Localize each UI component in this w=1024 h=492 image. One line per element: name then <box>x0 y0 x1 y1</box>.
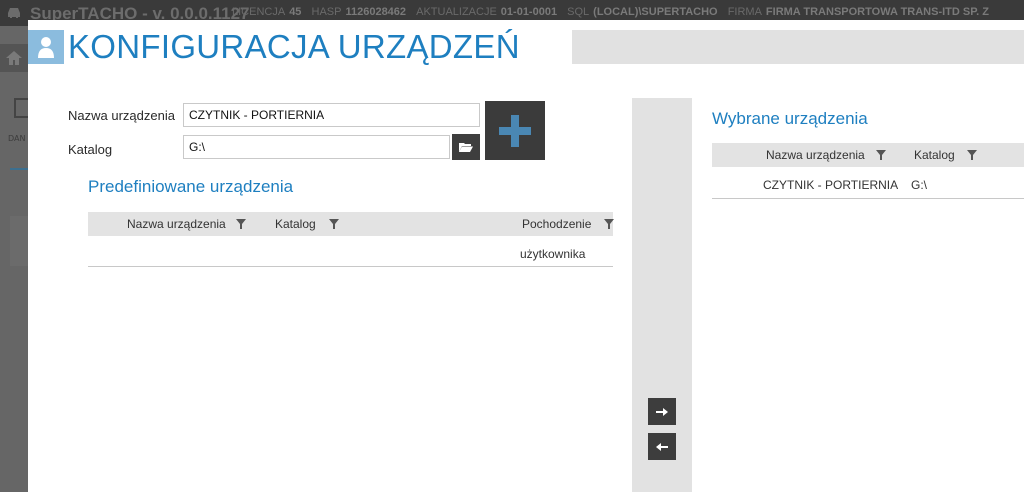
filter-icon[interactable] <box>604 219 614 229</box>
meta-label-hasp: HASP <box>311 6 342 18</box>
meta-label-sql: SQL <box>567 6 590 18</box>
predefined-devices-title: Predefiniowane urządzenia <box>88 177 294 196</box>
filter-icon[interactable] <box>967 150 977 160</box>
app-sidebar: DAN <box>0 26 28 492</box>
filter-icon[interactable] <box>329 219 339 229</box>
row-divider <box>88 266 613 267</box>
meta-label-licence: LICENCJA <box>232 6 286 18</box>
documents-icon[interactable] <box>14 98 28 118</box>
device-name-label: Nazwa urządzenia <box>68 108 175 123</box>
title-bar-filler <box>572 30 1024 64</box>
meta-value-updates: 01-01-0001 <box>500 6 558 18</box>
meta-value-company: FIRMA TRANSPORTOWA TRANS-ITD SP. Z <box>765 6 989 18</box>
browse-folder-button[interactable] <box>452 134 480 160</box>
move-left-button[interactable] <box>648 433 676 460</box>
directory-label: Katalog <box>68 142 113 157</box>
arrow-right-icon <box>656 407 668 416</box>
arrow-left-icon <box>656 442 668 451</box>
device-config-dialog: KONFIGURACJA URZĄDZEŃ Nazwa urządzenia C… <box>28 20 1024 492</box>
meta-value-licence: 45 <box>289 6 302 18</box>
predefined-devices-grid: Nazwa urządzenia Katalog Pochodzenie uży… <box>88 212 614 268</box>
meta-value-hasp: 1126028462 <box>345 6 407 18</box>
sidebar-tab-label[interactable]: DAN <box>8 134 25 143</box>
transfer-panel <box>632 98 692 492</box>
dialog-title: KONFIGURACJA URZĄDZEŃ <box>68 28 520 65</box>
table-row-directory[interactable]: G:\ <box>911 178 927 192</box>
row-divider <box>712 198 1024 199</box>
add-device-button[interactable] <box>485 101 545 160</box>
home-button[interactable] <box>0 44 28 72</box>
grid-header: Nazwa urządzenia Katalog <box>712 143 1024 167</box>
column-header-directory[interactable]: Katalog <box>914 148 955 162</box>
column-header-name[interactable]: Nazwa urządzenia <box>766 148 865 162</box>
column-header-directory[interactable]: Katalog <box>275 217 316 231</box>
selected-devices-grid: Nazwa urządzenia Katalog CZYTNIK - PORTI… <box>712 143 1024 199</box>
folder-open-icon <box>459 143 473 152</box>
car-icon <box>8 8 20 18</box>
move-right-button[interactable] <box>648 398 676 425</box>
column-header-name[interactable]: Nazwa urządzenia <box>127 217 226 231</box>
grid-header: Nazwa urządzenia Katalog Pochodzenie <box>88 212 614 236</box>
user-icon <box>38 37 54 58</box>
selected-devices-title: Wybrane urządzenia <box>712 109 868 128</box>
filter-icon[interactable] <box>236 219 246 229</box>
meta-value-sql: (LOCAL)\SUPERTACHO <box>593 6 718 18</box>
table-row[interactable]: użytkownika <box>520 247 585 261</box>
plus-icon <box>499 114 531 147</box>
app-meta: LICENCJA 45 HASP 1126028462 AKTUALIZACJE 01… <box>232 6 996 18</box>
meta-label-updates: AKTUALIZACJE <box>416 6 497 18</box>
device-name-input[interactable]: CZYTNIK - PORTIERNIA <box>183 103 480 127</box>
column-header-origin[interactable]: Pochodzenie <box>522 217 591 231</box>
sidebar-item[interactable] <box>10 216 28 266</box>
user-tile <box>28 30 64 64</box>
filter-icon[interactable] <box>876 150 886 160</box>
meta-label-company: FIRMA <box>727 6 762 18</box>
sidebar-tab-underline <box>10 168 28 170</box>
directory-input[interactable]: G:\ <box>183 135 450 159</box>
home-icon <box>6 51 22 65</box>
table-row-name[interactable]: CZYTNIK - PORTIERNIA <box>763 178 898 192</box>
